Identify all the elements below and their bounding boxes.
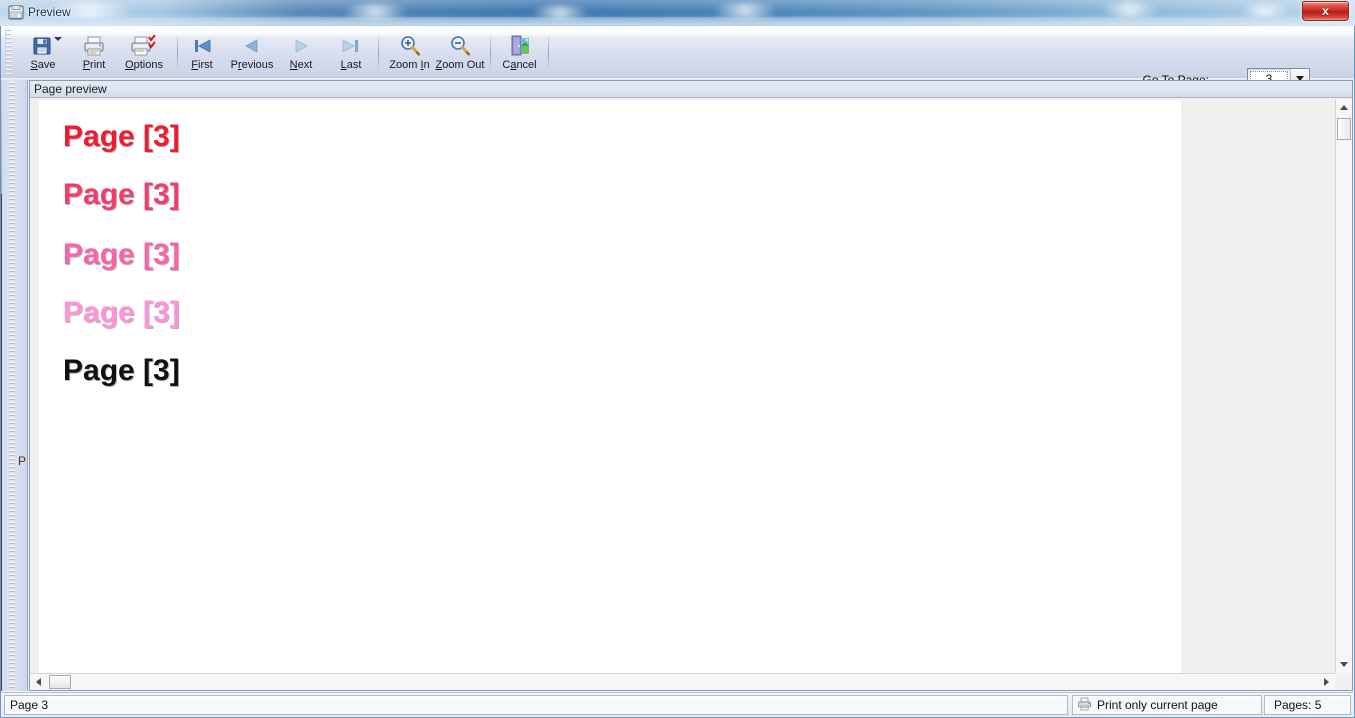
collapsed-panel-label: P [18, 454, 27, 468]
print-label: Print [82, 59, 106, 71]
page-text-line: Page [3] [63, 354, 180, 387]
vertical-scroll-thumb[interactable] [1337, 118, 1351, 140]
zoom-out-icon [448, 33, 472, 58]
previous-page-button[interactable]: Previous [224, 29, 280, 76]
first-page-label: First [191, 59, 213, 71]
status-total-pages: Pages: 5 [1264, 695, 1351, 715]
status-current-page: Page 3 [4, 695, 1068, 715]
glass-blur-5 [1090, 2, 1170, 18]
client-area: Save Print Options First Previous Next L… [0, 26, 1355, 718]
previous-page-icon [241, 33, 263, 58]
status-bar: Page 3 Print only current page Pages: 5 [2, 692, 1353, 716]
page-text-line: Page [3] [63, 238, 180, 271]
cancel-button[interactable]: Cancel [497, 29, 542, 76]
options-button[interactable]: Options [118, 29, 170, 76]
next-page-label: Next [289, 59, 313, 71]
zoom-in-icon [398, 33, 422, 58]
glass-blur-3 [520, 6, 600, 20]
close-button[interactable]: x [1302, 1, 1349, 21]
zoom-in-button[interactable]: Zoom In [386, 29, 433, 76]
page-sheet: Page [3] Page [3] Page [3] Page [3] Page… [39, 100, 1181, 690]
cancel-label: Cancel [502, 59, 537, 71]
save-dropdown-caret-icon[interactable] [54, 37, 62, 41]
scroll-right-arrow-icon[interactable] [1318, 674, 1335, 690]
next-page-icon [290, 33, 312, 58]
page-preview-panel: Page preview Page [3] Page [3] Page [3] … [29, 80, 1353, 691]
horizontal-scroll-thumb[interactable] [49, 675, 71, 689]
options-label: Options [125, 59, 163, 71]
zoom-in-label: Zoom In [389, 59, 430, 71]
save-label: Save [30, 59, 56, 71]
glass-blur-6 [1230, 4, 1300, 18]
window-title: Preview [28, 5, 71, 19]
scroll-up-arrow-icon[interactable] [1336, 99, 1352, 116]
toolbar: Save Print Options First Previous Next L… [1, 26, 1354, 89]
glass-blur-4 [700, 3, 790, 19]
horizontal-scrollbar[interactable] [30, 673, 1335, 690]
last-page-icon [340, 33, 362, 58]
printer-small-icon [1077, 697, 1092, 714]
vertical-scrollbar[interactable] [1335, 99, 1352, 673]
preview-document-icon [8, 5, 24, 20]
last-page-label: Last [340, 59, 362, 71]
save-button[interactable]: Save [23, 29, 63, 76]
page-preview-header: Page preview [30, 81, 1352, 98]
floppy-save-icon [32, 33, 54, 58]
close-icon: x [1322, 4, 1329, 18]
printer-options-icon [131, 33, 157, 58]
title-bar: Preview x [0, 0, 1355, 26]
previous-page-label: Previous [230, 59, 274, 71]
glass-blur-2 [330, 4, 420, 20]
exit-door-icon [508, 33, 532, 58]
last-page-button[interactable]: Last [332, 29, 370, 76]
preview-window: Preview x Save Print Options First Previ… [0, 0, 1355, 718]
toolbar-separator-1 [177, 33, 178, 71]
printer-icon [82, 33, 106, 58]
toolbar-grip[interactable] [5, 29, 11, 76]
scroll-left-arrow-icon[interactable] [30, 674, 47, 690]
next-page-button[interactable]: Next [282, 29, 320, 76]
status-print-scope-label: Print only current page [1097, 698, 1218, 712]
page-preview-viewport[interactable]: Page [3] Page [3] Page [3] Page [3] Page… [30, 99, 1352, 690]
page-text-line: Page [3] [63, 120, 180, 153]
toolbar-separator-4 [548, 33, 549, 71]
first-page-button[interactable]: First [183, 29, 221, 76]
scroll-down-arrow-icon[interactable] [1336, 656, 1352, 673]
status-print-scope[interactable]: Print only current page [1072, 695, 1262, 715]
page-text-line: Page [3] [63, 296, 180, 329]
zoom-out-button[interactable]: Zoom Out [434, 29, 486, 76]
page-text-line: Page [3] [63, 178, 180, 211]
first-page-icon [191, 33, 213, 58]
print-button[interactable]: Print [72, 29, 116, 76]
collapsed-panel-strip[interactable]: P [2, 80, 28, 691]
zoom-out-label: Zoom Out [435, 59, 485, 71]
panel-grip[interactable] [9, 82, 15, 689]
toolbar-separator-2 [378, 33, 379, 71]
toolbar-separator-3 [490, 33, 491, 71]
